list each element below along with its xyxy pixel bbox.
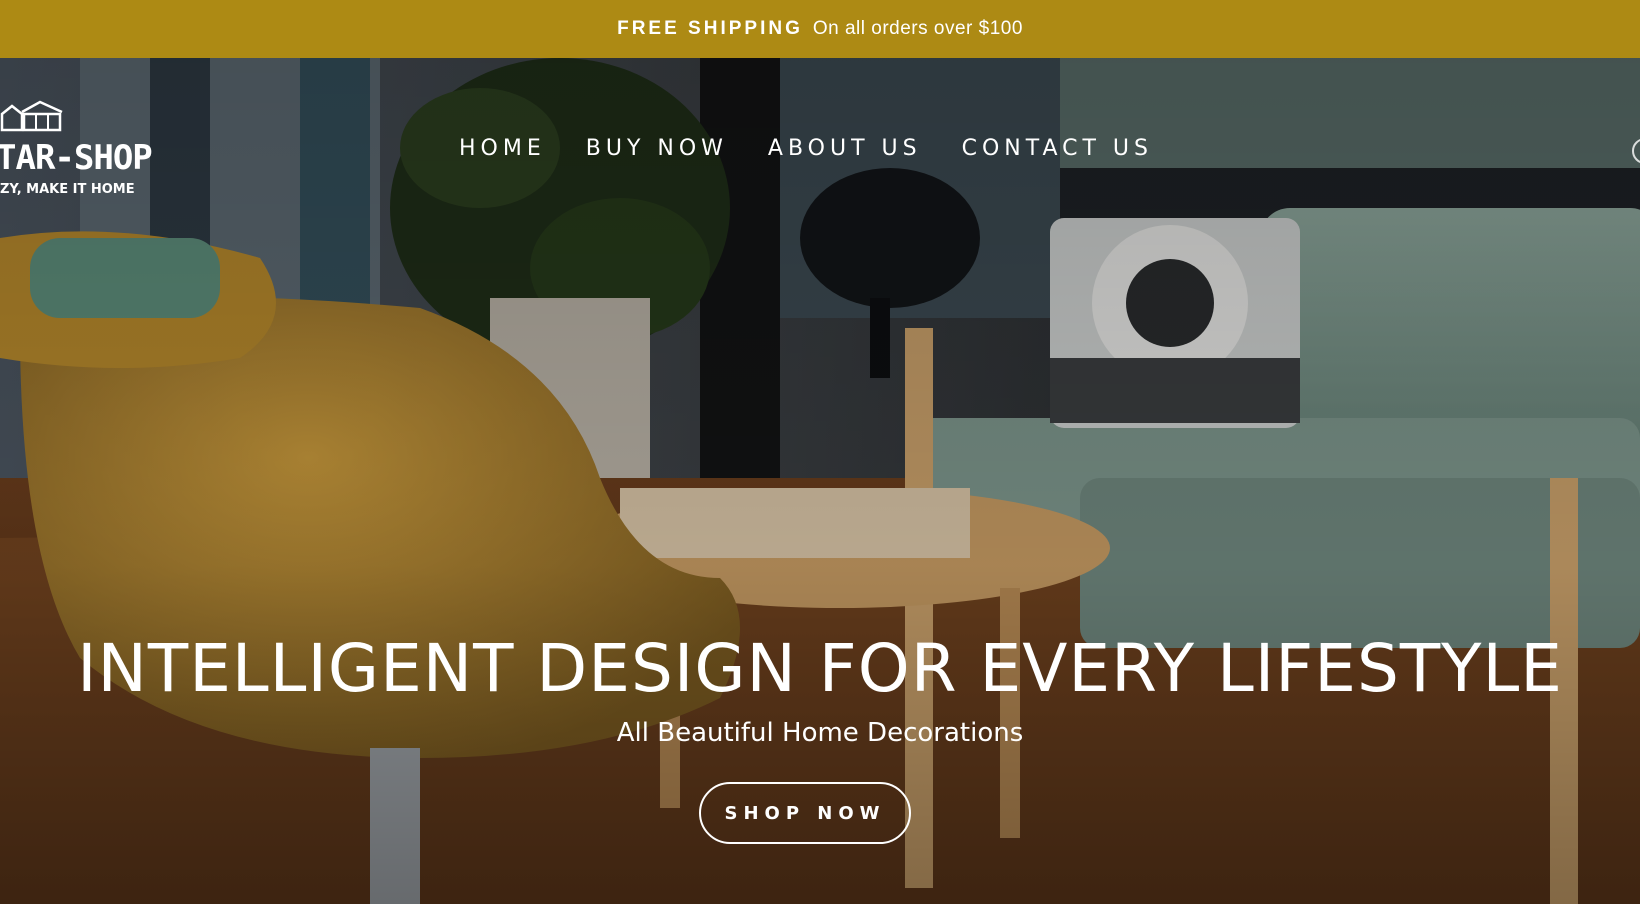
announcement-bar: FREE SHIPPING On all orders over $100	[0, 0, 1640, 58]
page-below-hero	[0, 904, 1640, 924]
main-navigation: HOME BUY NOW ABOUT US CONTACT US	[459, 136, 1193, 161]
logo-tagline: ZY, MAKE IT HOME	[0, 182, 135, 197]
hero-background-image	[0, 58, 1640, 904]
hero-banner: TAR-SHOP ZY, MAKE IT HOME HOME BUY NOW A…	[0, 58, 1640, 904]
announcement-strong: FREE SHIPPING	[617, 18, 803, 39]
house-logo-icon	[0, 100, 63, 132]
logo-brand-text: TAR-SHOP	[0, 138, 153, 178]
page: FREE SHIPPING On all orders over $100 TA…	[0, 0, 1640, 924]
nav-item-contact-us[interactable]: CONTACT US	[962, 136, 1153, 161]
shop-now-button[interactable]: SHOP NOW	[699, 782, 911, 844]
hero-subheadline: All Beautiful Home Decorations	[616, 718, 1024, 748]
site-logo[interactable]: TAR-SHOP ZY, MAKE IT HOME	[0, 98, 160, 198]
hero-headline: INTELLIGENT DESIGN FOR EVERY LIFESTYLE	[77, 630, 1563, 707]
announcement-text: On all orders over $100	[812, 18, 1023, 39]
nav-item-about-us[interactable]: ABOUT US	[768, 136, 922, 161]
nav-item-buy-now[interactable]: BUY NOW	[586, 136, 728, 161]
nav-item-home[interactable]: HOME	[459, 136, 546, 161]
